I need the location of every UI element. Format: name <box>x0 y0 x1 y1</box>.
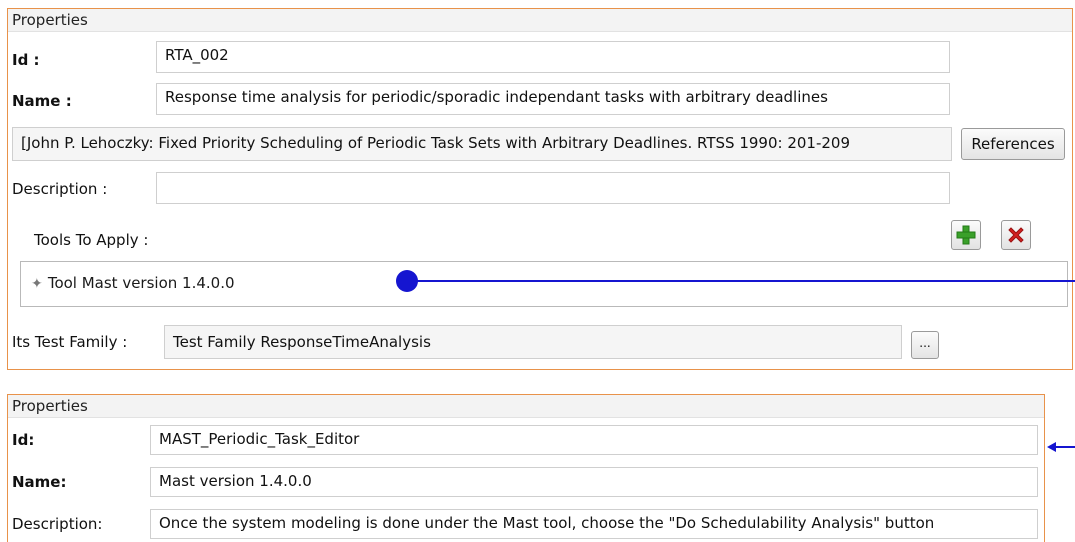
arrow-left-icon <box>1047 442 1075 452</box>
name-label: Name: <box>12 473 67 491</box>
tools-list: ✦ Tool Mast version 1.4.0.0 <box>20 261 1068 307</box>
id-field[interactable]: MAST_Periodic_Task_Editor <box>150 425 1038 455</box>
tool-item-label: Tool Mast version 1.4.0.0 <box>47 274 235 292</box>
properties-panel-top: Properties Id : RTA_002 Name : Response … <box>7 8 1073 370</box>
connector-dot <box>396 270 418 292</box>
properties-panel-bottom: Properties Id: MAST_Periodic_Task_Editor… <box>7 394 1045 542</box>
description-field[interactable] <box>156 172 950 204</box>
panel-header: Properties <box>8 9 1072 32</box>
references-button[interactable]: References <box>961 128 1065 160</box>
list-item[interactable]: ✦ Tool Mast version 1.4.0.0 <box>31 273 235 292</box>
add-icon <box>956 225 976 245</box>
name-field[interactable]: Response time analysis for periodic/spor… <box>156 83 950 115</box>
remove-icon <box>1008 227 1024 243</box>
tool-node-icon: ✦ <box>31 276 43 292</box>
panel-header: Properties <box>8 395 1044 418</box>
tools-label: Tools To Apply : <box>34 231 149 249</box>
description-label: Description: <box>12 515 103 533</box>
name-label: Name : <box>12 92 72 110</box>
id-field[interactable]: RTA_002 <box>156 41 950 73</box>
name-field[interactable]: Mast version 1.4.0.0 <box>150 467 1038 497</box>
add-tool-button[interactable] <box>951 220 981 250</box>
remove-tool-button[interactable] <box>1001 220 1031 250</box>
test-family-field[interactable]: Test Family ResponseTimeAnalysis <box>164 325 902 359</box>
description-field[interactable]: Once the system modeling is done under t… <box>150 509 1038 539</box>
panel-title: Properties <box>12 11 88 29</box>
browse-test-family-button[interactable]: ... <box>911 331 939 359</box>
connector-line <box>406 280 1075 282</box>
description-label: Description : <box>12 180 108 198</box>
panel-title: Properties <box>12 397 88 415</box>
id-label: Id: <box>12 431 35 449</box>
references-field[interactable]: [John P. Lehoczky: Fixed Priority Schedu… <box>12 127 952 161</box>
id-label: Id : <box>12 51 40 69</box>
test-family-label: Its Test Family : <box>12 333 128 351</box>
